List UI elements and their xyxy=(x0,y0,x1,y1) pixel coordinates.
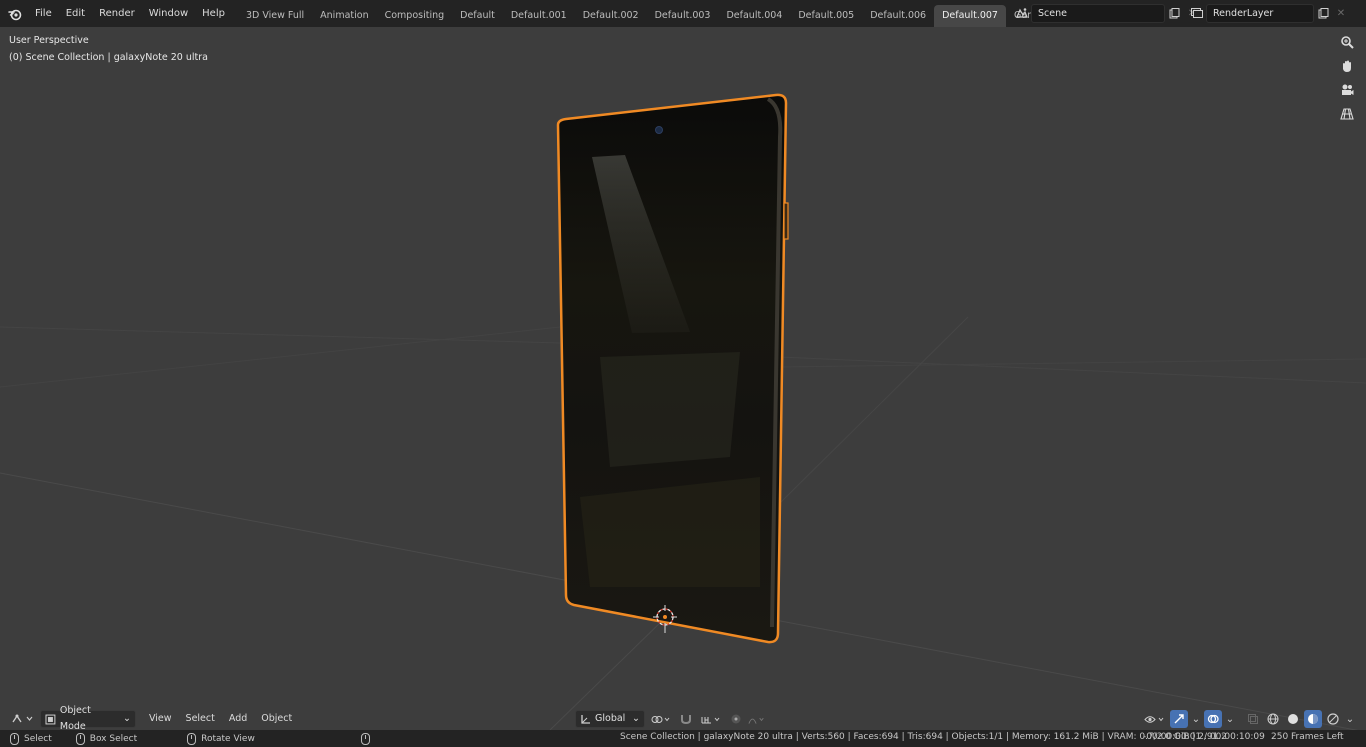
xray-toggle-icon[interactable] xyxy=(1244,710,1262,728)
chevron-down-icon[interactable]: ⌄ xyxy=(1224,710,1236,728)
status-extra-mouse xyxy=(360,732,370,745)
menu-view[interactable]: View xyxy=(144,710,177,728)
zoom-icon[interactable] xyxy=(1336,31,1358,53)
workspace-tabs: 3D View Full Animation Compositing Default D… xyxy=(238,0,1038,27)
perspective-toggle-icon[interactable] xyxy=(1336,103,1358,125)
frames-left: 250 Frames Left xyxy=(1271,732,1344,742)
snap-icon[interactable] xyxy=(677,710,695,728)
view-layer-name-field[interactable]: RenderLayer xyxy=(1206,3,1314,23)
scene-browse-icon[interactable] xyxy=(1013,4,1031,23)
chevron-down-icon[interactable]: ⌄ xyxy=(1190,710,1202,728)
3d-viewport[interactable]: User Perspective (0) Scene Collection | … xyxy=(0,27,1366,730)
menu-edit[interactable]: Edit xyxy=(59,4,92,24)
falloff-curve-icon[interactable] xyxy=(748,710,766,728)
menu-add[interactable]: Add xyxy=(224,710,252,728)
new-scene-icon[interactable] xyxy=(1165,4,1183,23)
menu-select[interactable]: Select xyxy=(181,710,220,728)
menu-render[interactable]: Render xyxy=(92,4,142,24)
scene-selector: Scene ✕ xyxy=(1013,3,1201,23)
view-layer-selector: RenderLayer ✕ xyxy=(1188,3,1350,23)
pan-hand-icon[interactable] xyxy=(1336,55,1358,77)
menu-file[interactable]: File xyxy=(28,4,59,24)
chevron-down-icon: ⌄ xyxy=(632,713,640,724)
chevron-down-icon[interactable]: ⌄ xyxy=(1344,710,1356,728)
phone-model[interactable] xyxy=(0,27,1366,730)
workspace-tab[interactable]: Default.005 xyxy=(790,5,862,27)
workspace-tab[interactable]: Default.003 xyxy=(647,5,719,27)
workspace-tab[interactable]: Default.006 xyxy=(862,5,934,27)
mouse-drag-icon xyxy=(75,732,85,745)
status-hint-rotate-view: Rotate View xyxy=(187,732,255,745)
workspace-tab[interactable]: 3D View Full xyxy=(238,5,312,27)
viewport-collection-label: (0) Scene Collection | galaxyNote 20 ult… xyxy=(9,52,208,63)
status-hint-box-select: Box Select xyxy=(75,732,138,745)
camera-view-icon[interactable] xyxy=(1336,79,1358,101)
orientation-axis-icon xyxy=(581,714,590,724)
workspace-tab[interactable]: Default.004 xyxy=(718,5,790,27)
new-view-layer-icon[interactable] xyxy=(1314,4,1332,23)
status-hint-select: Select xyxy=(10,732,52,745)
object-visibility-icon[interactable] xyxy=(1142,710,1168,728)
menu-help[interactable]: Help xyxy=(195,4,232,24)
workspace-tab[interactable]: Default.001 xyxy=(503,5,575,27)
timecode: -00:00:00:01 / 00:00:10:09 xyxy=(1143,732,1265,742)
mode-dropdown[interactable]: Object Mode ⌄ xyxy=(40,705,136,732)
view-layer-browse-icon[interactable] xyxy=(1188,4,1206,23)
status-hint-label: Rotate View xyxy=(201,733,255,744)
workspace-tab[interactable]: Animation xyxy=(312,5,376,27)
transform-orientation-dropdown[interactable]: Global ⌄ xyxy=(575,710,645,728)
orientation-label: Global xyxy=(595,713,626,724)
chevron-down-icon: ⌄ xyxy=(123,713,131,724)
object-mode-icon xyxy=(45,714,56,724)
delete-view-layer-icon[interactable]: ✕ xyxy=(1332,4,1350,23)
workspace-tab[interactable]: Default.007 xyxy=(934,5,1006,27)
mouse-right-icon xyxy=(360,732,370,745)
mouse-middle-icon xyxy=(187,732,197,745)
pivot-point-icon[interactable] xyxy=(648,710,674,728)
gizmo-toggle-icon[interactable] xyxy=(1170,710,1188,728)
editor-type-icon[interactable] xyxy=(8,710,36,728)
top-bar: File Edit Render Window Help 3D View Ful… xyxy=(0,0,1366,27)
status-bar: Select Box Select Rotate View Scene Coll… xyxy=(0,730,1366,747)
status-hint-label: Box Select xyxy=(89,733,138,744)
rendered-shading-icon[interactable] xyxy=(1324,710,1342,728)
overlays-toggle-icon[interactable] xyxy=(1204,710,1222,728)
scene-statistics: Scene Collection | galaxyNote 20 ultra |… xyxy=(620,732,1227,742)
workspace-tab[interactable]: Default.002 xyxy=(575,5,647,27)
snap-target-icon[interactable] xyxy=(698,710,724,728)
viewport-header: Object Mode ⌄ View Select Add Object Glo… xyxy=(0,705,1366,732)
blender-logo-icon[interactable] xyxy=(2,1,28,27)
menu-object[interactable]: Object xyxy=(256,710,297,728)
material-preview-shading-icon[interactable] xyxy=(1304,710,1322,728)
solid-shading-icon[interactable] xyxy=(1284,710,1302,728)
workspace-tab[interactable]: Default xyxy=(452,5,503,27)
scene-name-field[interactable]: Scene xyxy=(1031,3,1165,23)
menu-window[interactable]: Window xyxy=(142,4,195,24)
status-hint-label: Select xyxy=(24,733,52,744)
proportional-edit-icon[interactable] xyxy=(727,710,745,728)
mouse-left-icon xyxy=(10,732,19,745)
viewport-perspective-label: User Perspective xyxy=(9,35,89,46)
wireframe-shading-icon[interactable] xyxy=(1264,710,1282,728)
workspace-tab[interactable]: Compositing xyxy=(377,5,453,27)
